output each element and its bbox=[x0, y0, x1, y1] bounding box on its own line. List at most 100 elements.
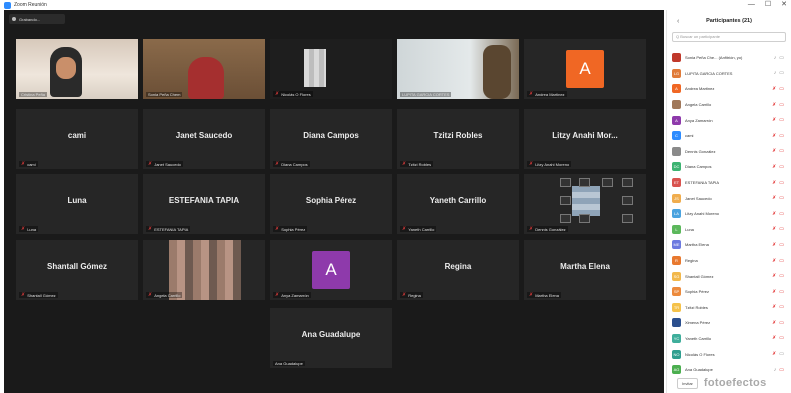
recording-indicator[interactable]: Grabando... bbox=[9, 14, 65, 24]
name-tile[interactable]: ESTEFANIA TAPIA ✗ ESTEFANIA TAPIA bbox=[143, 174, 265, 234]
mic-muted-icon: ✗ bbox=[529, 226, 534, 232]
mic-muted-icon: ✗ bbox=[402, 161, 407, 167]
name-tile[interactable]: Ana Guadalupe Ana Guadalupe bbox=[270, 308, 392, 368]
participant-row[interactable]: ME Martha Elena ✗ ▭ bbox=[672, 237, 788, 253]
participant-row[interactable]: YC Yaneth Carrillo ✗ ▭ bbox=[672, 331, 788, 347]
participant-avatar bbox=[672, 53, 681, 63]
panel-header: ‹ Participantes (21) bbox=[667, 10, 791, 32]
participant-row[interactable]: NO Nicolás O Flores ✗ ▭ bbox=[672, 346, 788, 362]
participant-avatar: NO bbox=[672, 349, 681, 359]
minimize-button[interactable]: — bbox=[748, 0, 755, 10]
participant-row[interactable]: LA Litzy Anahi Moreno ✗ ▭ bbox=[672, 206, 788, 222]
mic-muted-icon: ✗ bbox=[772, 117, 777, 124]
name-tile[interactable]: Martha Elena ✗ Martha Elena bbox=[524, 240, 646, 300]
tile-name-label: LUPITA GARCIA CORTES bbox=[400, 92, 452, 97]
participant-row[interactable]: Ccami ✗ ▭ bbox=[672, 128, 788, 144]
video-tile[interactable]: ✗ Dennis González bbox=[524, 174, 646, 234]
tile-display-name: Shantall Gómez bbox=[46, 262, 107, 271]
participant-row[interactable]: LG LUPITA GARCIA CORTES ♪ ▭ bbox=[672, 66, 788, 82]
participant-row[interactable]: ET ESTEFANIA TAPIA ✗ ▭ bbox=[672, 175, 788, 191]
name-tile[interactable]: Regina ✗ Regina bbox=[397, 240, 519, 300]
tile-display-name: Litzy Anahi Mor... bbox=[552, 131, 618, 140]
participant-avatar: ET bbox=[672, 178, 681, 188]
participant-row[interactable]: JS Janet Saucedo ✗ ▭ bbox=[672, 190, 788, 206]
name-tile[interactable]: Yaneth Carrillo ✗ Yaneth Carrillo bbox=[397, 174, 519, 234]
mic-muted-icon: ✗ bbox=[148, 226, 153, 232]
participant-status-icons: ✗ ▭ bbox=[772, 289, 784, 295]
collapse-panel-icon[interactable]: ‹ bbox=[677, 18, 679, 25]
camera-off-icon: ▭ bbox=[779, 117, 784, 124]
participant-video bbox=[270, 39, 392, 99]
participant-row[interactable]: SG Shantall Gómez ✗ ▭ bbox=[672, 268, 788, 284]
mic-muted-icon: ✗ bbox=[772, 163, 777, 170]
maximize-button[interactable]: ☐ bbox=[765, 0, 771, 10]
participant-status-icons: ✗ ▭ bbox=[772, 226, 784, 232]
mic-muted-icon: ✗ bbox=[529, 161, 534, 167]
participant-status-icons: ✗ ▭ bbox=[772, 335, 784, 341]
participant-row[interactable]: Ximena Pérez ✗ ▭ bbox=[672, 315, 788, 331]
participant-row[interactable]: Sonia Peña Che... (Anfitrión, yo) ♪ ▭ bbox=[672, 50, 788, 66]
participant-name: Yaneth Carrillo bbox=[685, 335, 712, 341]
participant-row[interactable]: TR Tzitzi Robles ✗ ▭ bbox=[672, 300, 788, 316]
name-tile[interactable]: Janet Saucedo ✗ Janet Saucedo bbox=[143, 109, 265, 169]
participant-avatar: LG bbox=[672, 68, 681, 78]
participant-status-icons: ✗ ▭ bbox=[772, 273, 784, 279]
tile-name-label: ✗ ESTEFANIA TAPIA bbox=[146, 226, 191, 232]
tile-display-name: Regina bbox=[444, 262, 472, 271]
name-tile[interactable]: Sophia Pérez ✗ Sophia Pérez bbox=[270, 174, 392, 234]
tile-name-label: ✗ Tzitzi Robles bbox=[400, 161, 434, 167]
active-speaker-tile[interactable]: Sonia Peña Chem bbox=[143, 39, 265, 99]
participant-avatar: A bbox=[672, 84, 681, 94]
name-tile[interactable]: Luna ✗ Luna bbox=[16, 174, 138, 234]
participant-row[interactable]: SP Sophia Pérez ✗ ▭ bbox=[672, 284, 788, 300]
mic-muted-icon: ✗ bbox=[402, 226, 407, 232]
mic-muted-icon: ✗ bbox=[275, 292, 280, 298]
participant-status-icons: ✗ ▭ bbox=[772, 102, 784, 108]
mic-icon: ♪ bbox=[773, 70, 777, 77]
video-tile[interactable]: ✗ Nicolás O Flores bbox=[270, 39, 392, 99]
participant-name: Dennis González bbox=[685, 148, 716, 154]
camera-off-icon: ▭ bbox=[779, 101, 784, 108]
participant-row[interactable]: Dennis González ✗ ▭ bbox=[672, 144, 788, 160]
name-tile[interactable]: Tzitzi Robles ✗ Tzitzi Robles bbox=[397, 109, 519, 169]
name-tile[interactable]: Diana Campos ✗ Diana Campos bbox=[270, 109, 392, 169]
name-tile[interactable]: Shantall Gómez ✗ Shantall Gómez bbox=[16, 240, 138, 300]
video-tile[interactable]: Cristina Peña bbox=[16, 39, 138, 99]
invite-button[interactable]: Invitar bbox=[677, 377, 698, 389]
person-silhouette bbox=[188, 57, 224, 99]
mic-muted-icon: ✗ bbox=[275, 91, 280, 97]
pixelated-face bbox=[169, 240, 241, 300]
participant-row[interactable]: L Luna ✗ ▭ bbox=[672, 222, 788, 238]
participant-row[interactable]: A Anya Zamarrón ✗ ▭ bbox=[672, 112, 788, 128]
camera-icon: ▭ bbox=[779, 351, 784, 358]
participant-status-icons: ✗ ▭ bbox=[772, 195, 784, 201]
participant-row[interactable]: DC Diana Campos ✗ ▭ bbox=[672, 159, 788, 175]
avatar-tile[interactable]: A ✗ Andrea Martinez bbox=[524, 39, 646, 99]
participant-avatar: JS bbox=[672, 193, 681, 203]
mic-muted-icon: ✗ bbox=[772, 304, 777, 311]
mic-muted-icon: ✗ bbox=[772, 226, 777, 233]
close-button[interactable]: ✕ bbox=[781, 0, 787, 10]
name-tile[interactable]: Litzy Anahi Mor... ✗ Litzy Anahi Moreno bbox=[524, 109, 646, 169]
participant-row[interactable]: Angela Carrillo ✗ ▭ bbox=[672, 97, 788, 113]
camera-off-icon: ▭ bbox=[779, 226, 784, 233]
participant-status-icons: ✗ ▭ bbox=[772, 304, 784, 310]
camera-off-icon: ▭ bbox=[779, 304, 784, 311]
participant-row[interactable]: R Regina ✗ ▭ bbox=[672, 253, 788, 269]
participant-search-input[interactable]: Q Buscar un participante bbox=[672, 32, 786, 42]
participant-row[interactable]: A Andrea Martinez ✗ ▭ bbox=[672, 81, 788, 97]
video-tile[interactable]: ✗ Angela Carrillo bbox=[143, 240, 265, 300]
camera-off-icon: ▭ bbox=[779, 257, 784, 264]
tile-display-name: Yaneth Carrillo bbox=[429, 196, 487, 205]
mic-icon: ♪ bbox=[773, 366, 777, 373]
participant-name: Sonia Peña Che... (Anfitrión, yo) bbox=[685, 55, 743, 61]
avatar-tile[interactable]: A ✗ Anya Zamarrón bbox=[270, 240, 392, 300]
person-face bbox=[56, 57, 76, 79]
video-tile[interactable]: LUPITA GARCIA CORTES bbox=[397, 39, 519, 99]
participant-avatar: L bbox=[672, 224, 681, 234]
participant-name: Sophia Pérez bbox=[685, 289, 710, 295]
name-tile[interactable]: cami ✗ cami bbox=[16, 109, 138, 169]
tile-name-label: ✗ Martha Elena bbox=[527, 292, 561, 298]
zoom-app-icon bbox=[4, 1, 11, 9]
mic-muted-icon: ✗ bbox=[772, 335, 777, 342]
